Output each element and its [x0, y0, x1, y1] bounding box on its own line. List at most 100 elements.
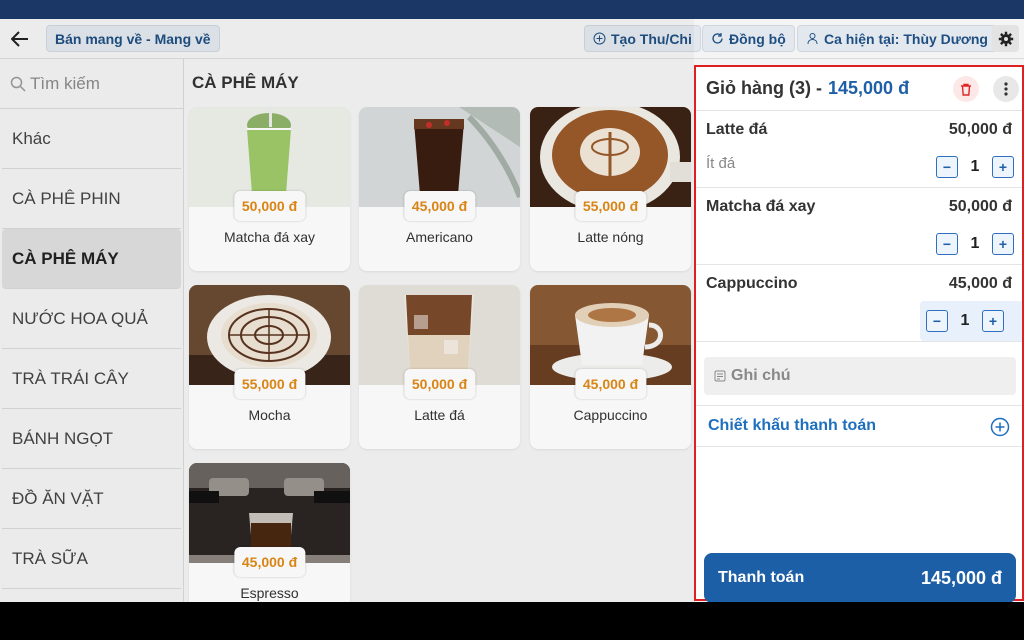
order-note-placeholder: Ghi chú — [731, 367, 791, 384]
product-grid: CÀ PHÊ MÁY 50,000 đ Matcha đá xay 45,000… — [184, 59, 694, 602]
category-label: TRÀ SỮA — [12, 548, 88, 568]
search-icon — [10, 76, 26, 92]
note-icon — [714, 370, 726, 382]
product-name: Matcha đá xay — [223, 229, 316, 245]
discount-label: Chiết khấu thanh toán — [708, 417, 876, 434]
product-price: 50,000 đ — [403, 369, 476, 399]
product-card-americano[interactable]: 45,000 đ Americano — [359, 107, 520, 271]
plus-circle-icon — [593, 32, 606, 45]
category-ca-phe-phin[interactable]: CÀ PHÊ PHIN — [2, 169, 181, 229]
product-price: 55,000 đ — [574, 191, 647, 221]
section-title: CÀ PHÊ MÁY — [192, 73, 299, 92]
clear-cart-button[interactable] — [953, 76, 979, 102]
current-shift-label: Ca hiện tại: Thùy Dương — [824, 30, 988, 47]
increase-qty-button[interactable]: + — [992, 233, 1014, 255]
category-khac[interactable]: Khác — [2, 109, 181, 169]
category-label: Khác — [12, 128, 51, 148]
cart-header-total: 145,000 đ — [828, 78, 910, 98]
product-name: Espresso — [240, 585, 299, 601]
category-label: NƯỚC HOA QUẢ — [12, 308, 148, 328]
qty-value: 1 — [970, 158, 980, 175]
search-placeholder: Tìm kiếm — [30, 73, 100, 93]
checkout-total: 145,000 đ — [920, 567, 1002, 588]
product-price: 45,000 đ — [403, 191, 476, 221]
settings-button[interactable] — [992, 25, 1019, 52]
increase-qty-button[interactable]: + — [982, 310, 1004, 332]
back-button[interactable] — [8, 27, 32, 51]
create-income-expense-button[interactable]: Tạo Thu/Chi — [584, 25, 701, 52]
trash-icon — [961, 83, 971, 96]
status-strip — [0, 0, 1024, 19]
decrease-qty-button[interactable]: − — [926, 310, 948, 332]
payment-discount-row[interactable]: Chiết khấu thanh toán — [696, 405, 1022, 447]
header-bar: Bán mang về - Mang về Tạo Thu/Chi Đồng b… — [0, 19, 1024, 59]
quantity-stepper: − 1 + — [936, 232, 1014, 256]
cart-item-price: 50,000 đ — [948, 121, 1012, 138]
cart-item[interactable]: Matcha đá xay 50,000 đ − 1 + — [696, 188, 1022, 265]
product-card-espresso[interactable]: 45,000 đ Espresso — [189, 463, 350, 602]
cart-item[interactable]: Cappuccino 45,000 đ − 1 + — [696, 265, 1022, 342]
sync-label: Đồng bộ — [729, 30, 786, 47]
cart-item-name: Matcha đá xay — [706, 198, 816, 215]
current-shift-button[interactable]: Ca hiện tại: Thùy Dương — [797, 25, 997, 52]
product-name: Cappuccino — [573, 407, 648, 423]
product-card-cappuccino[interactable]: 45,000 đ Cappuccino — [530, 285, 691, 449]
qty-value: 1 — [960, 312, 970, 329]
add-circle-icon[interactable] — [990, 417, 1010, 437]
cart-item-price: 50,000 đ — [948, 198, 1012, 215]
decrease-qty-button[interactable]: − — [936, 233, 958, 255]
category-tra-trai-cay[interactable]: TRÀ TRÁI CÂY — [2, 349, 181, 409]
product-name: Mocha — [248, 407, 291, 423]
order-mode-label: Bán mang về - Mang về — [55, 30, 211, 47]
category-label: BÁNH NGỌT — [12, 428, 114, 448]
product-card-latte-da[interactable]: 50,000 đ Latte đá — [359, 285, 520, 449]
more-vertical-icon — [1004, 82, 1008, 96]
category-nuoc-hoa-qua[interactable]: NƯỚC HOA QUẢ — [2, 289, 181, 349]
sync-button[interactable]: Đồng bộ — [702, 25, 795, 52]
product-price: 45,000 đ — [574, 369, 647, 399]
category-banh-ngot[interactable]: BÁNH NGỌT — [2, 409, 181, 469]
order-note-field[interactable]: Ghi chú — [704, 357, 1016, 395]
product-card-latte-nong[interactable]: 55,000 đ Latte nóng — [530, 107, 691, 271]
decrease-qty-button[interactable]: − — [936, 156, 958, 178]
product-price: 55,000 đ — [233, 369, 306, 399]
category-label: CÀ PHÊ PHIN — [12, 188, 121, 208]
category-do-an-vat[interactable]: ĐỒ ĂN VẶT — [2, 469, 181, 529]
cart-item-name: Cappuccino — [706, 275, 798, 292]
product-card-mocha[interactable]: 55,000 đ Mocha — [189, 285, 350, 449]
increase-qty-button[interactable]: + — [992, 156, 1014, 178]
category-sidebar: Tìm kiếm Khác CÀ PHÊ PHIN CÀ PHÊ MÁY NƯỚ… — [0, 59, 184, 602]
cart-item-name: Latte đá — [706, 121, 768, 138]
search-input[interactable]: Tìm kiếm — [0, 59, 183, 109]
category-ca-phe-may[interactable]: CÀ PHÊ MÁY — [2, 229, 181, 289]
gear-icon — [998, 31, 1013, 46]
product-price: 45,000 đ — [233, 547, 306, 577]
order-mode-chip[interactable]: Bán mang về - Mang về — [46, 25, 220, 52]
category-label: ĐỒ ĂN VẶT — [12, 488, 104, 508]
checkout-label: Thanh toán — [718, 569, 805, 586]
cart-item[interactable]: Latte đá 50,000 đ Ít đá − 1 + — [696, 111, 1022, 188]
quantity-stepper: − 1 + — [920, 301, 1022, 341]
quantity-stepper: − 1 + — [936, 155, 1014, 179]
create-income-expense-label: Tạo Thu/Chi — [611, 30, 692, 47]
sync-icon — [712, 33, 723, 44]
more-options-button[interactable] — [993, 76, 1019, 102]
qty-value: 1 — [970, 235, 980, 252]
product-card-matcha[interactable]: 50,000 đ Matcha đá xay — [189, 107, 350, 271]
cart-item-note: Ít đá — [706, 155, 736, 172]
product-name: Latte đá — [414, 407, 465, 423]
cart-title: Giỏ hàng (3) - — [706, 78, 822, 98]
category-label: CÀ PHÊ MÁY — [12, 248, 119, 268]
product-name: Latte nóng — [577, 229, 644, 245]
category-tra-sua[interactable]: TRÀ SỮA — [2, 529, 181, 589]
cart-item-price: 45,000 đ — [948, 275, 1012, 292]
cart-header: Giỏ hàng (3) - 145,000 đ — [696, 67, 1022, 111]
checkout-button[interactable]: Thanh toán 145,000 đ — [704, 553, 1016, 602]
user-icon — [807, 33, 818, 45]
product-name: Americano — [406, 229, 473, 245]
product-price: 50,000 đ — [233, 191, 306, 221]
arrow-left-icon — [11, 31, 28, 47]
category-label: TRÀ TRÁI CÂY — [12, 368, 129, 388]
cart-panel: Giỏ hàng (3) - 145,000 đ Latte đá 50,000… — [694, 65, 1024, 602]
pos-screen: Bán mang về - Mang về Tạo Thu/Chi Đồng b… — [0, 19, 1024, 602]
